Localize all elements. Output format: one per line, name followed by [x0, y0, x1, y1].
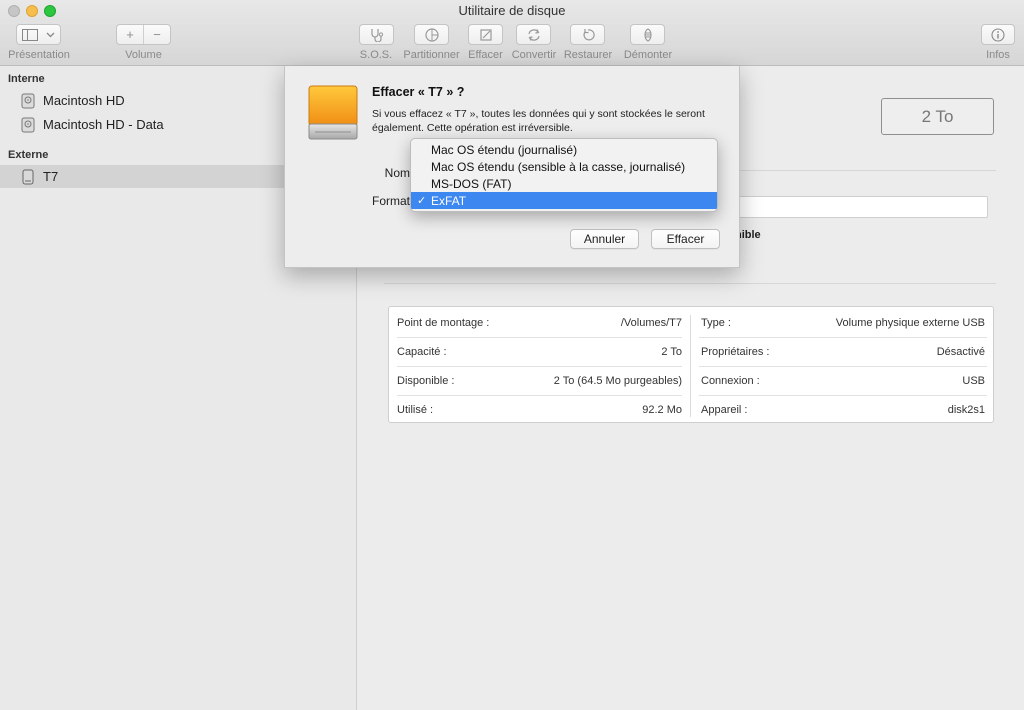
format-option-mac-os-extended-journaled[interactable]: Mac OS étendu (journalisé) — [411, 141, 717, 158]
format-option-exfat[interactable]: ✓ ExFAT — [411, 192, 717, 209]
info-key: Type : — [701, 316, 731, 329]
name-input-behind — [738, 196, 988, 218]
info-row: Utilisé : 92.2 Mo — [397, 395, 682, 424]
row-divider — [699, 366, 987, 367]
column-divider — [690, 315, 691, 417]
unmount-label: Démonter — [623, 49, 673, 61]
sidebar-section-external: Externe — [8, 149, 49, 161]
divider — [384, 283, 996, 284]
eject-icon — [643, 27, 652, 42]
row-divider — [397, 337, 682, 338]
convert-label: Convertir — [511, 49, 557, 61]
info-key: Point de montage : — [397, 316, 490, 329]
info-button[interactable] — [981, 24, 1015, 45]
format-label: Format — [371, 194, 410, 208]
add-volume-button[interactable]: + — [117, 27, 143, 42]
info-key: Connexion : — [701, 374, 760, 387]
erase-toolbar-label: Effacer — [468, 49, 503, 61]
window-title: Utilitaire de disque — [458, 3, 566, 18]
stethoscope-icon — [370, 28, 383, 42]
info-row: Disponible : 2 To (64.5 Mo purgeables) — [397, 366, 682, 395]
partition-button[interactable] — [414, 24, 449, 45]
window-toolbar: Utilitaire de disque Présentation + − Vo… — [0, 0, 1024, 66]
info-row: Connexion : USB — [701, 366, 985, 395]
cancel-button[interactable]: Annuler — [570, 229, 639, 249]
erase-toolbar-button[interactable] — [468, 24, 503, 45]
internal-disk-icon — [21, 93, 35, 108]
sidebar-section-internal: Interne — [8, 73, 45, 85]
info-key: Utilisé : — [397, 403, 434, 416]
sidebar-icon — [22, 28, 38, 41]
row-divider — [397, 366, 682, 367]
external-drive-icon — [308, 85, 358, 140]
info-row: Propriétaires : Désactivé — [701, 337, 985, 366]
remove-volume-button[interactable]: − — [144, 27, 170, 42]
first-aid-label: S.O.S. — [359, 49, 393, 61]
info-label: Infos — [986, 49, 1010, 61]
erase-icon — [479, 28, 492, 41]
format-option-mac-os-extended-case-sensitive[interactable]: Mac OS étendu (sensible à la casse, jour… — [411, 158, 717, 175]
presentation-button[interactable] — [16, 24, 61, 45]
erase-button[interactable]: Effacer — [651, 229, 720, 249]
info-value: USB — [962, 374, 985, 387]
info-value: 92.2 Mo — [642, 403, 682, 416]
sidebar-item-label: T7 — [43, 169, 59, 184]
info-value: /Volumes/T7 — [620, 316, 682, 329]
info-icon — [991, 27, 1005, 42]
presentation-label: Présentation — [8, 49, 70, 61]
restore-icon — [583, 28, 595, 40]
external-disk-icon — [22, 169, 34, 184]
row-divider — [699, 395, 987, 396]
info-key: Capacité : — [397, 345, 447, 358]
info-value: disk2s1 — [947, 403, 985, 416]
info-row: Capacité : 2 To — [397, 337, 682, 366]
partition-icon — [424, 27, 439, 42]
volume-info-table: Point de montage : /Volumes/T7 Capacité … — [388, 306, 994, 423]
name-label: Nom — [384, 166, 410, 180]
restore-button[interactable] — [570, 24, 605, 45]
info-value: 2 To (64.5 Mo purgeables) — [553, 374, 682, 387]
info-row: Appareil : disk2s1 — [701, 395, 985, 424]
info-row: Point de montage : /Volumes/T7 — [397, 308, 682, 337]
volume-button-group: + − — [116, 24, 171, 45]
partition-label: Partitionner — [403, 49, 460, 61]
convert-button[interactable] — [516, 24, 551, 45]
first-aid-button[interactable] — [359, 24, 394, 45]
row-divider — [397, 395, 682, 396]
info-key: Disponible : — [397, 374, 455, 387]
sidebar-item-label: Macintosh HD - Data — [43, 117, 164, 132]
row-divider — [699, 337, 987, 338]
checkmark-icon: ✓ — [417, 195, 427, 207]
format-option-ms-dos-fat[interactable]: MS-DOS (FAT) — [411, 175, 717, 192]
restore-label: Restaurer — [563, 49, 613, 61]
info-row: Type : Volume physique externe USB — [701, 308, 985, 337]
sidebar-item-label: Macintosh HD — [43, 93, 125, 108]
convert-icon — [527, 28, 540, 41]
info-key: Appareil : — [701, 403, 748, 416]
format-dropdown-menu: Mac OS étendu (journalisé) Mac OS étendu… — [410, 138, 718, 212]
volume-label: Volume — [125, 49, 162, 61]
info-value: 2 To — [661, 345, 682, 358]
internal-disk-icon — [21, 117, 35, 132]
capacity-box: 2 To — [881, 98, 994, 135]
dialog-message: Si vous effacez « T7 », toutes les donné… — [372, 108, 705, 134]
info-value: Volume physique externe USB — [835, 316, 985, 329]
info-key: Propriétaires : — [701, 345, 770, 358]
format-option-label: ExFAT — [431, 193, 467, 208]
dialog-title: Effacer « T7 » ? — [372, 85, 465, 99]
info-value: Désactivé — [936, 345, 985, 358]
chevron-down-icon — [46, 32, 55, 37]
unmount-button[interactable] — [630, 24, 665, 45]
